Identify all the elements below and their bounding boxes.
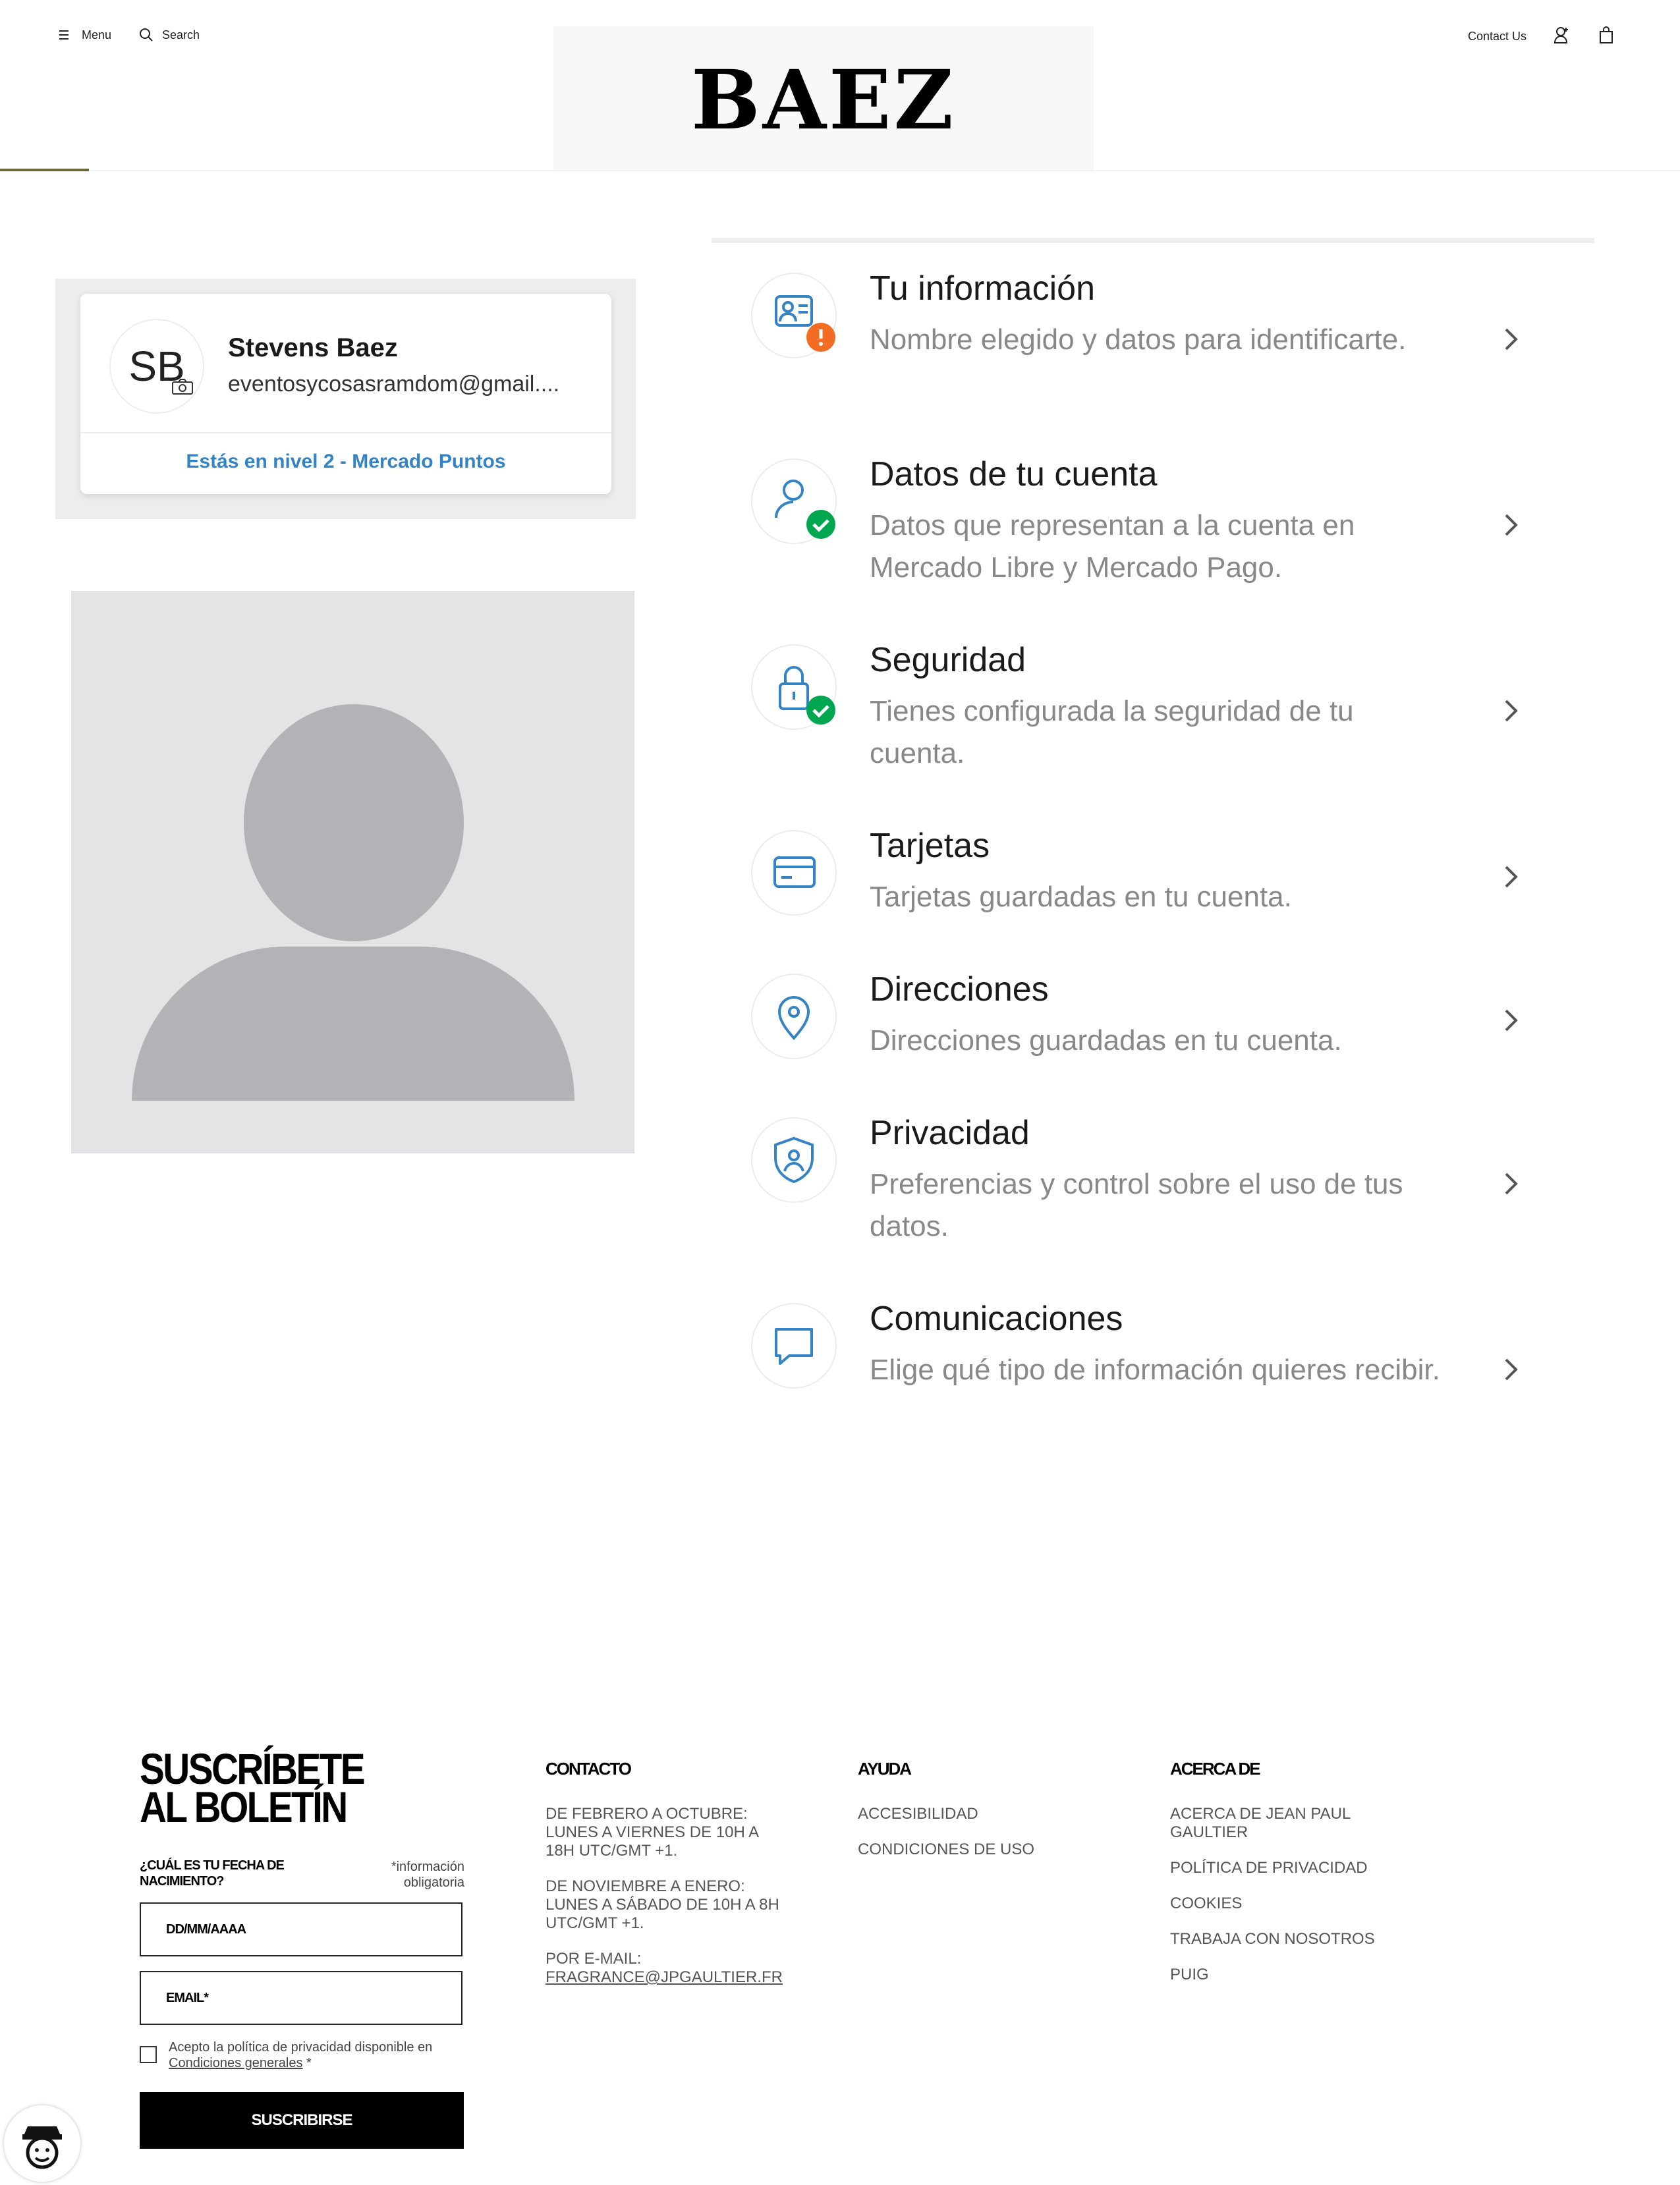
search-label: Search [162,28,200,41]
chevron-right-icon [1505,1009,1518,1032]
email-input[interactable] [140,1971,462,2025]
menu-item-description: Tienes configurada la seguridad de tu cu… [870,695,1354,769]
location-pin-icon [751,974,837,1059]
menu-item-comunicaciones[interactable]: Comunicaciones Elige qué tipo de informa… [751,1300,1542,1435]
footer-about-link[interactable]: ACERCA DE JEAN PAUL GAULTIER [1170,1805,1394,1842]
menu-item-seguridad[interactable]: Seguridad Tienes configurada la segurida… [751,641,1542,776]
menu-item-tarjetas[interactable]: Tarjetas Tarjetas guardadas en tu cuenta… [751,827,1542,922]
chevron-right-icon [1505,1173,1518,1195]
newsletter-title: SUSCRÍBETE AL BOLETÍN [140,1744,366,1831]
profile-card: SB Stevens Baez eventosycosasramdom@gmai… [80,294,611,494]
menu-item-tu-informacion[interactable]: Tu información Nombre elegido y datos pa… [751,269,1542,404]
lock-icon [751,644,837,730]
menu-top-border [712,238,1594,243]
footer-help-link[interactable]: CONDICIONES DE USO [858,1840,1034,1859]
user-icon [751,458,837,544]
footer-help-heading: AYUDA [858,1759,912,1779]
level-link[interactable]: Estás en nivel 2 - Mercado Puntos [80,451,611,473]
profile-email: eventosycosasramdom@gmail.... [228,372,560,397]
mascot-icon [22,2126,62,2169]
footer-contact-line: DE NOVIEMBRE A ENERO: LUNES A SÁBADO DE … [546,1877,779,1932]
menu-item-title: Tarjetas [870,827,990,865]
cart-button[interactable] [1598,24,1614,46]
menu-item-title: Comunicaciones [870,1300,1123,1338]
privacy-accept-text: Acepto la política de privacidad disponi… [169,2039,472,2071]
footer-about-link[interactable]: POLÍTICA DE PRIVACIDAD [1170,1859,1368,1877]
contact-us-link[interactable]: Contact Us [1468,25,1526,47]
id-card-icon [751,273,837,358]
profile-photo-placeholder [71,591,634,1153]
chat-bubble-icon [751,1303,837,1389]
chevron-right-icon [1505,866,1518,888]
placeholder-body [132,947,574,1101]
privacy-checkbox[interactable] [140,2046,157,2063]
chevron-right-icon [1505,514,1518,536]
menu-label: Menu [82,28,112,41]
footer-about-link[interactable]: PUIG [1170,1966,1209,1984]
user-account-icon [1554,27,1568,43]
menu-item-description: Elige qué tipo de información quieres re… [870,1354,1440,1386]
chevron-right-icon [1505,1358,1518,1381]
avatar[interactable]: SB [109,319,204,414]
menu-item-direcciones[interactable]: Direcciones Direcciones guardadas en tu … [751,970,1542,1066]
footer-contact-line: DE FEBRERO A OCTUBRE: LUNES A VIERNES DE… [546,1805,758,1860]
menu-item-description: Preferencias y control sobre el uso de t… [870,1168,1403,1242]
birthdate-question: ¿CUÁL ES TU FECHA DE NACIMIENTO? [140,1858,285,1889]
menu-item-description: Direcciones guardadas en tu cuenta. [870,1024,1342,1057]
footer-contact-heading: CONTACTO [546,1759,632,1779]
footer-help-link[interactable]: ACCESIBILIDAD [858,1805,978,1823]
footer-about-link[interactable]: TRABAJA CON NOSOTROS [1170,1930,1375,1949]
camera-icon[interactable] [171,378,194,395]
credit-card-icon [751,830,837,916]
header-accent [0,169,89,171]
account-button[interactable] [1554,24,1571,46]
menu-item-datos-cuenta[interactable]: Datos de tu cuenta Datos que representan… [751,455,1542,590]
menu-item-description: Tarjetas guardadas en tu cuenta. [870,881,1292,913]
subscribe-button[interactable]: SUSCRIBIRSE [140,2092,464,2149]
search-button[interactable]: Search [138,24,200,46]
footer-about-link[interactable]: COOKIES [1170,1895,1242,1913]
menu-item-title: Privacidad [870,1114,1030,1152]
logo-text: BAEZ [690,53,957,148]
brand-logo[interactable]: BAEZ [553,26,1094,171]
hamburger-icon [59,30,69,40]
chat-assistant-button[interactable] [4,2105,80,2182]
privacy-shield-icon [751,1117,837,1203]
placeholder-head [244,704,464,941]
birthdate-input[interactable] [140,1902,462,1956]
conditions-link[interactable]: Condiciones generales [169,2056,302,2070]
profile-name: Stevens Baez [228,333,398,362]
footer-about-heading: ACERCA DE [1170,1759,1261,1779]
accept-suffix: * [302,2056,312,2070]
menu-item-title: Seguridad [870,641,1026,679]
card-divider [80,432,611,433]
required-note: *información obligatoria [391,1860,464,1890]
footer-contact-email[interactable]: FRAGRANCE@JPGAULTIER.FR [546,1968,783,1987]
chevron-right-icon [1505,328,1518,350]
menu-item-title: Tu información [870,269,1095,308]
chevron-right-icon [1505,700,1518,722]
menu-button[interactable]: Menu [58,24,111,46]
accept-text: Acepto la política de privacidad disponi… [169,2040,433,2055]
search-icon [140,28,153,41]
header-divider [0,170,1680,171]
shopping-bag-icon [1600,26,1613,43]
menu-item-description: Nombre elegido y datos para identificart… [870,323,1407,356]
menu-item-privacidad[interactable]: Privacidad Preferencias y control sobre … [751,1114,1542,1249]
menu-item-title: Direcciones [870,970,1049,1009]
footer-contact-line: POR E-MAIL: [546,1950,642,1968]
menu-item-title: Datos de tu cuenta [870,455,1158,493]
menu-item-description: Datos que representan a la cuenta en Mer… [870,509,1355,584]
